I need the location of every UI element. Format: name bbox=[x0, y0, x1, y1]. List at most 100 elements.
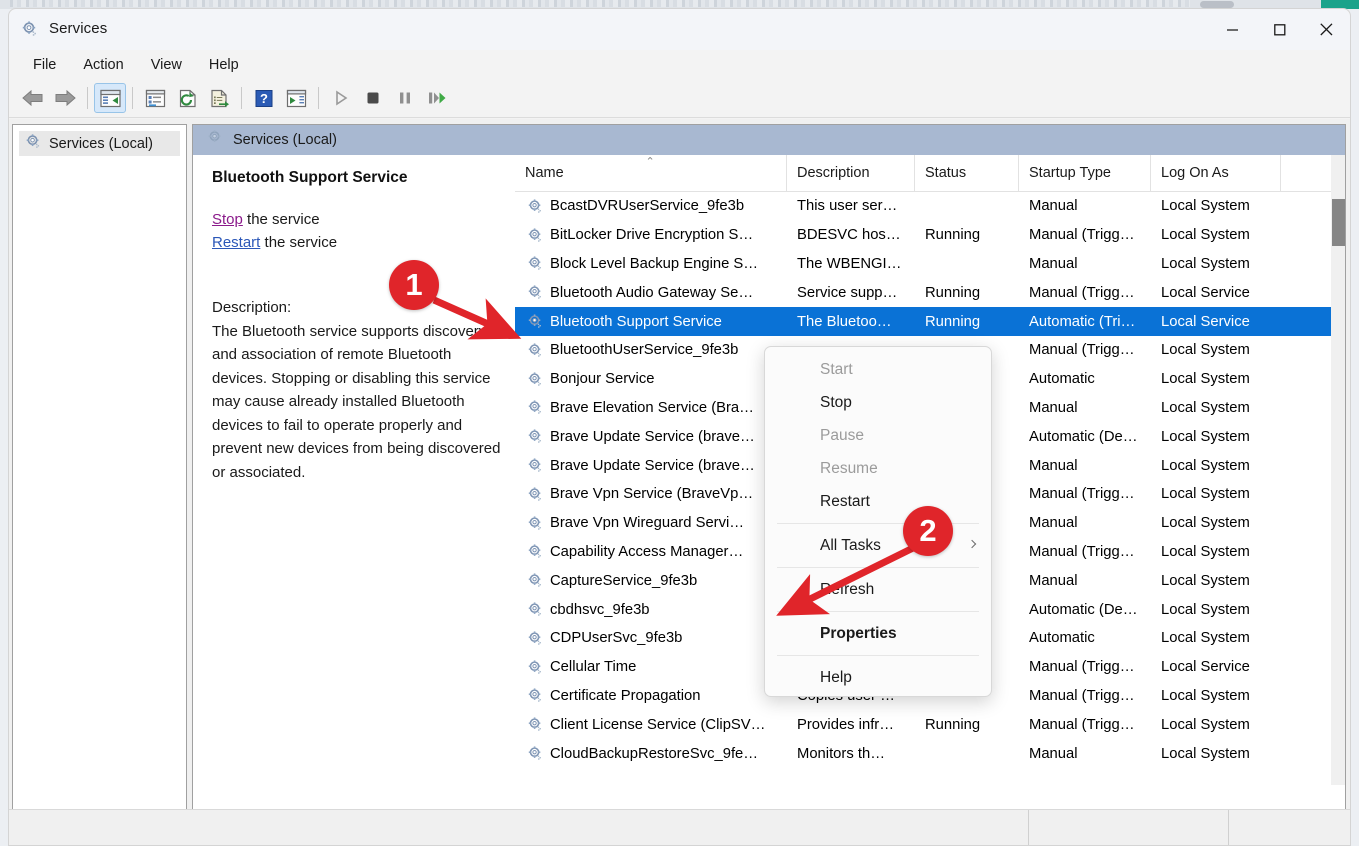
context-menu-item-label: Pause bbox=[820, 426, 864, 444]
cell-startup: Automatic bbox=[1029, 630, 1095, 647]
start-service-icon[interactable] bbox=[325, 83, 357, 113]
toolbar: ? bbox=[9, 79, 1350, 118]
maximize-button[interactable] bbox=[1256, 9, 1303, 50]
cell-startup: Manual bbox=[1029, 255, 1078, 272]
refresh-icon[interactable] bbox=[171, 83, 203, 113]
properties-icon[interactable] bbox=[139, 83, 171, 113]
selected-service-title: Bluetooth Support Service bbox=[212, 169, 408, 186]
services-gear-icon bbox=[25, 133, 42, 155]
context-menu-item-properties[interactable]: Properties bbox=[765, 617, 991, 650]
service-name-label: BluetoothUserService_9fe3b bbox=[550, 342, 739, 359]
context-menu-item-stop[interactable]: Stop bbox=[765, 386, 991, 419]
service-row[interactable]: Block Level Backup Engine S… The WBENGI… M… bbox=[515, 250, 1345, 279]
service-row[interactable]: CloudBackupRestoreSvc_9fe… Monitors th… Ma… bbox=[515, 739, 1345, 768]
desktop-dots bbox=[1200, 1, 1234, 8]
service-row[interactable]: BitLocker Drive Encryption S… BDESVC hos…… bbox=[515, 221, 1345, 250]
cell-logon: Local System bbox=[1161, 428, 1250, 445]
desktop-noise bbox=[10, 0, 1190, 7]
forward-icon[interactable] bbox=[49, 83, 81, 113]
menu-action[interactable]: Action bbox=[71, 54, 135, 76]
context-menu-item-pause: Pause bbox=[765, 419, 991, 452]
menu-help[interactable]: Help bbox=[197, 54, 251, 76]
pause-service-icon[interactable] bbox=[389, 83, 421, 113]
stop-service-link[interactable]: Stop bbox=[212, 211, 243, 228]
cell-startup: Manual (Trigg… bbox=[1029, 687, 1135, 704]
export-list-icon[interactable] bbox=[203, 83, 235, 113]
service-row[interactable]: Client License Service (ClipSV… Provides … bbox=[515, 710, 1345, 739]
stop-service-suffix: the service bbox=[242, 211, 320, 228]
cell-logon: Local System bbox=[1161, 716, 1250, 733]
scrollbar-thumb[interactable] bbox=[1332, 199, 1345, 246]
cell-name: Brave Elevation Service (Bra… bbox=[515, 399, 787, 416]
cell-logon: Local System bbox=[1161, 515, 1250, 532]
service-gear-icon bbox=[527, 371, 544, 388]
stop-service-row: Stop the service bbox=[212, 208, 498, 231]
show-hide-console-tree-icon[interactable] bbox=[94, 83, 126, 113]
svg-text:?: ? bbox=[260, 91, 268, 106]
cell-startup: Automatic bbox=[1029, 371, 1095, 388]
menu-file[interactable]: File bbox=[21, 54, 68, 76]
service-row[interactable]: Bluetooth Audio Gateway Se… Service supp…… bbox=[515, 278, 1345, 307]
service-name-label: CaptureService_9fe3b bbox=[550, 572, 698, 589]
restart-service-link[interactable]: Restart bbox=[212, 234, 260, 251]
service-row[interactable]: BcastDVRUserService_9fe3b This user ser… M… bbox=[515, 192, 1345, 221]
menu-view[interactable]: View bbox=[139, 54, 194, 76]
column-header-label: Startup Type bbox=[1029, 165, 1111, 181]
annotation-badge-2: 2 bbox=[903, 506, 953, 556]
context-menu-item-help[interactable]: Help bbox=[765, 661, 991, 694]
column-header-log-on-as[interactable]: Log On As bbox=[1151, 155, 1281, 192]
context-menu-item-start: Start bbox=[765, 353, 991, 386]
cell-description: Monitors th… bbox=[797, 745, 885, 762]
column-header-startup-type[interactable]: Startup Type bbox=[1019, 155, 1151, 192]
annotation-badge-1: 1 bbox=[389, 260, 439, 310]
service-gear-icon bbox=[527, 313, 544, 330]
cell-name: CDPUserSvc_9fe3b bbox=[515, 630, 787, 647]
context-menu-item-refresh[interactable]: Refresh bbox=[765, 573, 991, 606]
service-name-label: CloudBackupRestoreSvc_9fe… bbox=[550, 745, 759, 762]
tree-item-label: Services (Local) bbox=[49, 135, 153, 152]
cell-status: Running bbox=[925, 227, 981, 244]
service-name-label: BitLocker Drive Encryption S… bbox=[550, 227, 754, 244]
column-header-name[interactable]: Name ⌃ bbox=[515, 155, 787, 192]
context-menu-item-restart[interactable]: Restart bbox=[765, 485, 991, 518]
services-gear-icon bbox=[207, 129, 224, 151]
cell-startup: Manual bbox=[1029, 457, 1078, 474]
cell-description: Service supp… bbox=[797, 284, 898, 301]
close-button[interactable] bbox=[1303, 9, 1350, 50]
cell-logon: Local Service bbox=[1161, 313, 1250, 330]
column-header-status[interactable]: Status bbox=[915, 155, 1019, 192]
cell-name: Client License Service (ClipSV… bbox=[515, 716, 787, 733]
context-menu[interactable]: Start Stop Pause Resume Restart All Tasks Refr… bbox=[764, 346, 992, 697]
cell-startup: Manual bbox=[1029, 198, 1078, 215]
show-action-pane-icon[interactable] bbox=[280, 83, 312, 113]
tree-item-services-local[interactable]: Services (Local) bbox=[19, 131, 180, 156]
cell-logon: Local System bbox=[1161, 572, 1250, 589]
cell-logon: Local System bbox=[1161, 227, 1250, 244]
list-vertical-scrollbar[interactable] bbox=[1331, 155, 1345, 785]
help-icon[interactable]: ? bbox=[248, 83, 280, 113]
cell-description: Provides infr… bbox=[797, 716, 895, 733]
restart-service-icon[interactable] bbox=[421, 83, 453, 113]
service-name-label: Brave Update Service (brave… bbox=[550, 457, 755, 474]
stop-service-icon[interactable] bbox=[357, 83, 389, 113]
back-icon[interactable] bbox=[17, 83, 49, 113]
cell-name: CaptureService_9fe3b bbox=[515, 572, 787, 589]
window-title: Services bbox=[49, 20, 108, 37]
cell-name: Capability Access Manager… bbox=[515, 543, 787, 560]
cell-startup: Manual (Trigg… bbox=[1029, 486, 1135, 503]
status-segment-2 bbox=[1029, 810, 1229, 845]
context-menu-item-all-tasks[interactable]: All Tasks bbox=[765, 529, 991, 562]
cell-status: Running bbox=[925, 284, 981, 301]
cell-startup: Manual (Trigg… bbox=[1029, 716, 1135, 733]
cell-startup: Manual bbox=[1029, 572, 1078, 589]
cell-logon: Local System bbox=[1161, 745, 1250, 762]
sort-ascending-icon: ⌃ bbox=[645, 155, 655, 168]
column-header-description[interactable]: Description bbox=[787, 155, 915, 192]
cell-name: Brave Update Service (brave… bbox=[515, 428, 787, 445]
cell-status: Running bbox=[925, 313, 981, 330]
minimize-button[interactable] bbox=[1209, 9, 1256, 50]
service-details-pane: Bluetooth Support Service Stop the servi… bbox=[193, 155, 515, 775]
service-name-label: Bonjour Service bbox=[550, 371, 655, 388]
service-row[interactable]: Bluetooth Support Service The Bluetoo… Run… bbox=[515, 307, 1345, 336]
menu-bar: File Action View Help bbox=[9, 50, 1350, 79]
